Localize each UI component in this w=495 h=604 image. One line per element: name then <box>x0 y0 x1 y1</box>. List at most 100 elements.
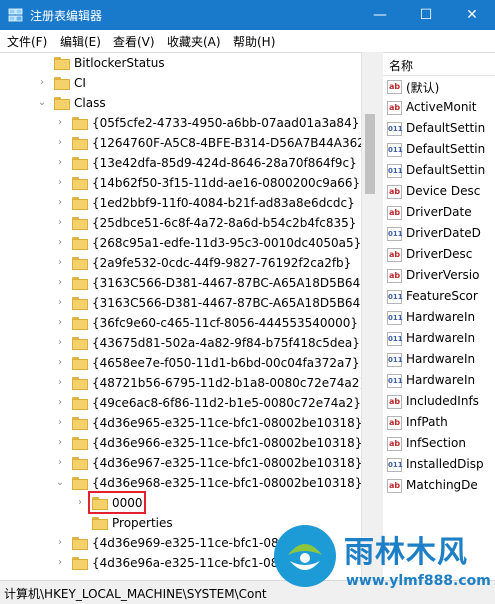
tree-node[interactable]: › {4d36e965-e325-11ce-bfc1-08002be10318} <box>0 414 378 434</box>
folder-icon <box>72 177 88 190</box>
menu-edit[interactable]: 编辑(E) <box>60 33 101 50</box>
folder-icon <box>72 157 88 170</box>
maximize-button[interactable]: ☐ <box>403 0 449 30</box>
chevron-right-icon[interactable]: › <box>54 276 66 290</box>
value-row[interactable]: 011 HardwareIn <box>383 308 495 329</box>
chevron-right-icon[interactable]: › <box>54 236 66 250</box>
chevron-right-icon[interactable]: › <box>54 116 66 130</box>
chevron-right-icon[interactable]: › <box>54 336 66 350</box>
value-row[interactable]: ab DriverDate <box>383 203 495 224</box>
tree-node-label: {05f5cfe2-4733-4950-a6bb-07aad01a3a84} <box>92 116 360 130</box>
tree-node[interactable]: › {49ce6ac8-6f86-11d2-b1e5-0080c72e74a2} <box>0 394 378 414</box>
binary-value-icon: 011 <box>387 458 403 472</box>
tree-node[interactable]: › {14b62f50-3f15-11dd-ae16-0800200c9a66} <box>0 174 378 194</box>
tree-node[interactable]: › {13e42dfa-85d9-424d-8646-28a70f864f9c} <box>0 154 378 174</box>
chevron-right-icon[interactable]: › <box>54 536 66 550</box>
value-row[interactable]: ab Device Desc <box>383 182 495 203</box>
values-column-header[interactable]: 名称 <box>383 53 495 76</box>
chevron-down-icon[interactable]: ⌄ <box>36 96 48 110</box>
tree-node[interactable]: › {43675d81-502a-4a82-9f84-b75f418c5dea} <box>0 334 378 354</box>
tree-node[interactable]: › CI <box>0 74 378 94</box>
tree-node-label: {4d36e965-e325-11ce-bfc1-08002be10318} <box>92 416 363 430</box>
value-row[interactable]: ab DriverDesc <box>383 245 495 266</box>
value-row[interactable]: ab ActiveMonit <box>383 98 495 119</box>
tree-node-label: {13e42dfa-85d9-424d-8646-28a70f864f9c} <box>92 156 357 170</box>
value-row[interactable]: 011 FeatureScor <box>383 287 495 308</box>
value-row[interactable]: ab MatchingDe <box>383 476 495 497</box>
tree-node-label: {268c95a1-edfe-11d3-95c3-0010dc4050a5} <box>92 236 362 250</box>
chevron-right-icon[interactable]: › <box>54 436 66 450</box>
tree-node[interactable]: › {05f5cfe2-4733-4950-a6bb-07aad01a3a84} <box>0 114 378 134</box>
chevron-right-icon[interactable]: › <box>54 456 66 470</box>
watermark-name: 雨林木风 <box>344 535 468 570</box>
tree-node[interactable]: ⌄ Class <box>0 94 378 114</box>
chevron-right-icon[interactable]: › <box>54 176 66 190</box>
value-row[interactable]: ab InfSection <box>383 434 495 455</box>
chevron-right-icon[interactable]: › <box>54 316 66 330</box>
tree-node[interactable]: › {25dbce51-6c8f-4a72-8a6d-b54c2b4fc835} <box>0 214 378 234</box>
chevron-right-icon[interactable]: › <box>54 136 66 150</box>
value-row[interactable]: 011 DefaultSettin <box>383 161 495 182</box>
tree-node[interactable]: BitlockerStatus <box>0 54 378 74</box>
tree-node[interactable]: › {3163C566-D381-4467-87BC-A65A18D5B648} <box>0 274 378 294</box>
scrollbar-thumb[interactable] <box>365 114 375 194</box>
string-value-icon: ab <box>387 185 402 199</box>
folder-icon <box>72 537 88 550</box>
value-row[interactable]: ab IncludedInfs <box>383 392 495 413</box>
value-row[interactable]: 011 HardwareIn <box>383 329 495 350</box>
value-name: DefaultSettin <box>406 142 486 156</box>
chevron-right-icon[interactable]: › <box>54 556 66 570</box>
tree-node[interactable]: › {1ed2bbf9-11f0-4084-b21f-ad83a8e6dcdc} <box>0 194 378 214</box>
chevron-right-icon[interactable]: › <box>36 76 48 90</box>
value-row[interactable]: ab (默认) <box>383 77 495 98</box>
chevron-down-icon[interactable]: ⌄ <box>54 476 66 490</box>
tree-node[interactable]: › 0000 <box>0 494 378 514</box>
value-row[interactable]: ab InfPath <box>383 413 495 434</box>
menu-favorites[interactable]: 收藏夹(A) <box>167 33 221 50</box>
minimize-button[interactable]: — <box>357 0 403 30</box>
value-row[interactable]: 011 InstalledDisp <box>383 455 495 476</box>
chevron-right-icon[interactable]: › <box>54 396 66 410</box>
tree-node[interactable]: › {2a9fe532-0cdc-44f9-9827-76192f2ca2fb} <box>0 254 378 274</box>
tree-node[interactable]: › {36fc9e60-c465-11cf-8056-444553540000} <box>0 314 378 334</box>
tree-node[interactable]: › {4d36e967-e325-11ce-bfc1-08002be10318} <box>0 454 378 474</box>
regedit-app-icon <box>8 8 23 22</box>
tree-node[interactable]: › {268c95a1-edfe-11d3-95c3-0010dc4050a5} <box>0 234 378 254</box>
chevron-right-icon[interactable]: › <box>54 216 66 230</box>
folder-icon <box>72 437 88 450</box>
tree-node[interactable]: ⌄ {4d36e968-e325-11ce-bfc1-08002be10318} <box>0 474 378 494</box>
chevron-right-icon[interactable]: › <box>54 256 66 270</box>
tree-node-label: {25dbce51-6c8f-4a72-8a6d-b54c2b4fc835} <box>92 216 357 230</box>
chevron-right-icon[interactable]: › <box>54 156 66 170</box>
tree-node[interactable]: › {4d36e966-e325-11ce-bfc1-08002be10318} <box>0 434 378 454</box>
value-row[interactable]: ab DriverVersio <box>383 266 495 287</box>
watermark-logo-icon <box>274 525 336 587</box>
menu-help[interactable]: 帮助(H) <box>233 33 275 50</box>
chevron-right-icon[interactable]: › <box>54 296 66 310</box>
menu-file[interactable]: 文件(F) <box>7 33 47 50</box>
value-row[interactable]: 011 DriverDateD <box>383 224 495 245</box>
tree-node[interactable]: › {1264760F-A5C8-4BFE-B314-D56A7B44A362} <box>0 134 378 154</box>
value-row[interactable]: 011 DefaultSettin <box>383 140 495 161</box>
chevron-right-icon[interactable]: › <box>54 356 66 370</box>
value-row[interactable]: 011 DefaultSettin <box>383 119 495 140</box>
tree-node[interactable]: › {3163C566-D381-4467-87BC-A65A18D5B649} <box>0 294 378 314</box>
value-row[interactable]: 011 HardwareIn <box>383 350 495 371</box>
chevron-right-icon[interactable]: › <box>74 496 86 510</box>
site-watermark: 雨林木风 www.ylmf888.com <box>274 521 495 603</box>
menu-view[interactable]: 查看(V) <box>113 33 155 50</box>
chevron-right-icon[interactable]: › <box>54 416 66 430</box>
close-button[interactable]: ✕ <box>449 0 495 30</box>
tree-node-label: {4658ee7e-f050-11d1-b6bd-00c04fa372a7} <box>92 356 360 370</box>
value-name: HardwareIn <box>406 331 476 345</box>
tree-node[interactable]: › {48721b56-6795-11d2-b1a8-0080c72e74a2} <box>0 374 378 394</box>
registry-key-tree[interactable]: BitlockerStatus › CI ⌄ Class › {05f5cfe2-4733-… <box>0 52 378 581</box>
folder-icon <box>72 257 88 270</box>
value-row[interactable]: 011 HardwareIn <box>383 371 495 392</box>
chevron-right-icon[interactable]: › <box>54 376 66 390</box>
tree-vertical-scrollbar[interactable] <box>361 52 379 580</box>
chevron-right-icon[interactable]: › <box>54 196 66 210</box>
tree-node[interactable]: › {4658ee7e-f050-11d1-b6bd-00c04fa372a7} <box>0 354 378 374</box>
value-name: MatchingDe <box>406 478 478 492</box>
binary-value-icon: 011 <box>387 374 403 388</box>
